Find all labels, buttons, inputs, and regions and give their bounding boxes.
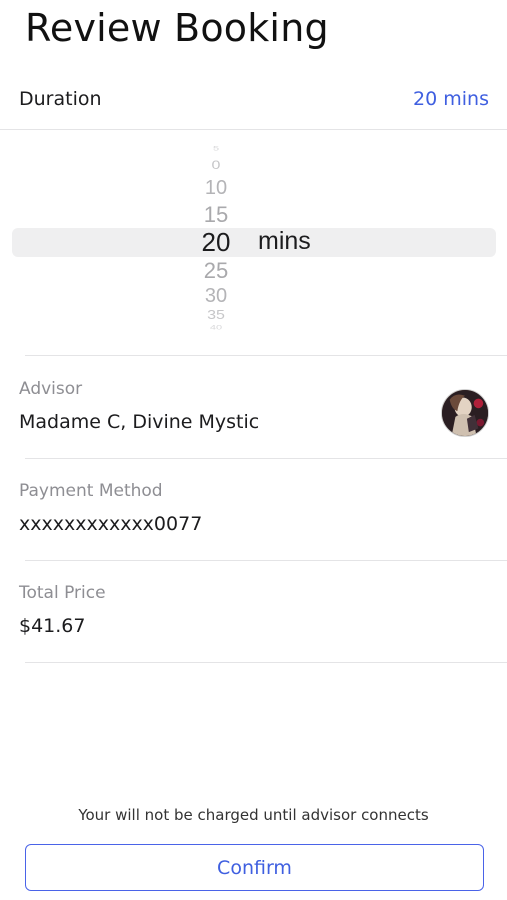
payment-method-label: Payment Method [19, 481, 163, 501]
advisor-name: Madame C, Divine Mystic [19, 411, 260, 433]
picker-option[interactable]: 25 [180, 258, 252, 284]
picker-option-selected[interactable]: 20 [180, 227, 252, 258]
total-price-value: $41.67 [19, 615, 86, 637]
duration-label: Duration [19, 88, 102, 110]
picker-option[interactable]: 5 [180, 146, 252, 153]
payment-method-value: xxxxxxxxxxxx0077 [19, 513, 203, 535]
duration-value[interactable]: 20 mins [413, 88, 489, 110]
divider [25, 355, 507, 356]
page-title: Review Booking [25, 6, 329, 50]
total-price-label: Total Price [19, 583, 106, 603]
avatar-image-icon [442, 390, 488, 436]
picker-option[interactable]: 30 [180, 285, 252, 308]
total-price-row: Total Price $41.67 [0, 561, 507, 663]
picker-option[interactable]: 0 [180, 159, 252, 173]
payment-method-row[interactable]: Payment Method xxxxxxxxxxxx0077 [0, 459, 507, 561]
picker-selection-highlight [12, 228, 496, 257]
picker-option[interactable]: 35 [180, 309, 252, 323]
duration-picker[interactable]: 5 0 10 15 20 25 30 35 40 mins [0, 130, 507, 355]
picker-unit-label: mins [258, 227, 311, 255]
picker-option[interactable]: 40 [180, 325, 252, 332]
duration-row[interactable]: Duration 20 mins [0, 78, 507, 130]
review-booking-screen: Review Booking Duration 20 mins 5 0 10 1… [0, 0, 507, 900]
advisor-avatar[interactable] [441, 389, 489, 437]
divider [25, 662, 507, 663]
advisor-row[interactable]: Advisor Madame C, Divine Mystic [0, 357, 507, 459]
advisor-label: Advisor [19, 379, 83, 399]
charge-notice: Your will not be charged until advisor c… [78, 806, 429, 824]
picker-option[interactable]: 10 [180, 177, 252, 200]
confirm-button[interactable]: Confirm [25, 844, 484, 891]
picker-option[interactable]: 15 [180, 202, 252, 228]
